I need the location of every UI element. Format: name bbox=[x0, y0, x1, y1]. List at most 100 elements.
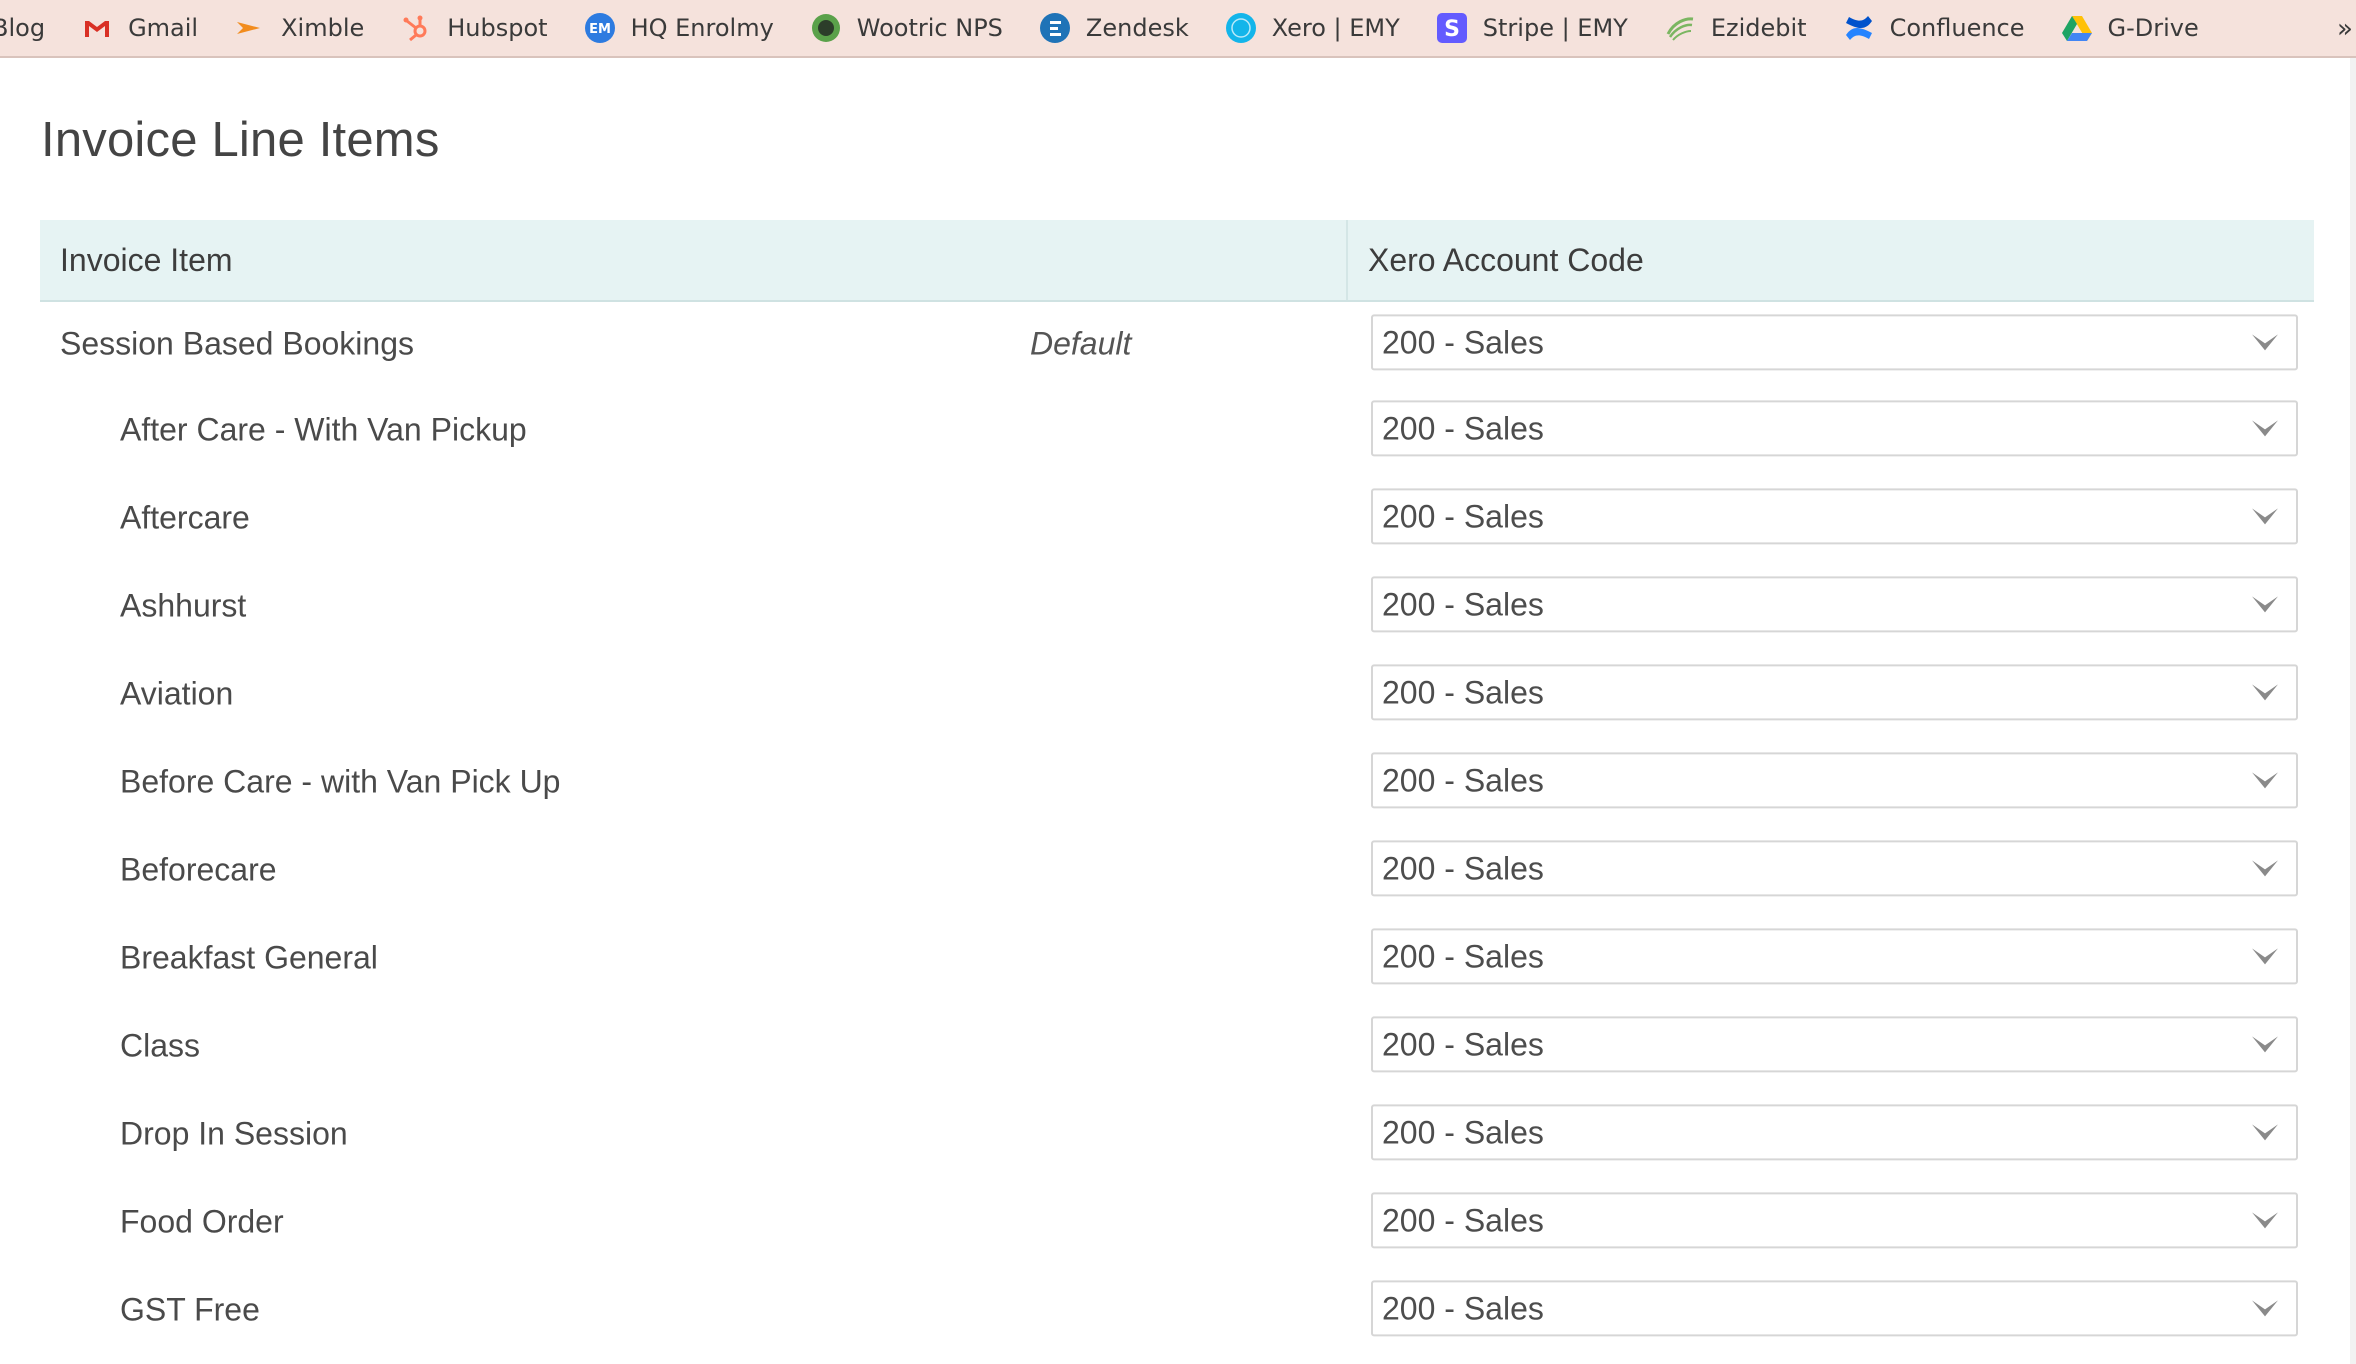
invoice-item-cell: Class bbox=[40, 1002, 1346, 1090]
ezidebit-icon bbox=[1664, 12, 1696, 44]
bookmark-xero-emy[interactable]: Xero | EMY bbox=[1225, 0, 1400, 56]
account-code-value: 200 - Sales bbox=[1382, 585, 1544, 622]
table-row: Breakfast General 200 - Sales bbox=[40, 914, 2314, 1002]
table-row: GST Free 200 - Sales bbox=[40, 1266, 2314, 1354]
bookmark-blog[interactable]: Blog bbox=[0, 0, 45, 56]
confluence-icon bbox=[1843, 12, 1875, 44]
xero-account-code-cell: 200 - Sales bbox=[1346, 386, 2314, 474]
svg-text:S: S bbox=[1444, 17, 1460, 42]
invoice-item-cell: Session Based Bookings Default bbox=[40, 302, 1346, 386]
bookmark-hubspot[interactable]: Hubspot bbox=[400, 0, 548, 56]
chevron-down-icon bbox=[2250, 945, 2280, 967]
default-tag: Default bbox=[1030, 325, 1132, 362]
bookmark-label: Zendesk bbox=[1085, 14, 1189, 42]
chevron-down-icon bbox=[2250, 1121, 2280, 1143]
account-code-select[interactable]: 200 - Sales bbox=[1371, 576, 2298, 633]
invoice-item-cell: Aviation bbox=[40, 650, 1346, 738]
bookmark-label: Ximble bbox=[281, 14, 365, 42]
bookmark-label: Confluence bbox=[1889, 14, 2025, 42]
invoice-item-label: After Care - With Van Pickup bbox=[120, 411, 527, 448]
invoice-item-label: Ashhurst bbox=[120, 587, 247, 624]
table-row: Food Order 200 - Sales bbox=[40, 1178, 2314, 1266]
xero-account-code-cell: 200 - Sales bbox=[1346, 302, 2314, 386]
bookmark-label: Xero | EMY bbox=[1271, 14, 1400, 42]
bookmark-label: Wootric NPS bbox=[856, 14, 1003, 42]
bookmark-confluence[interactable]: Confluence bbox=[1843, 0, 2025, 56]
table-row: Drop In Session 200 - Sales bbox=[40, 1090, 2314, 1178]
account-code-value: 200 - Sales bbox=[1382, 1025, 1544, 1062]
account-code-select[interactable]: 200 - Sales bbox=[1371, 664, 2298, 721]
account-code-value: 200 - Sales bbox=[1382, 673, 1544, 710]
bookmarks-overflow-button[interactable]: » bbox=[2334, 0, 2356, 56]
table-row: Aftercare 200 - Sales bbox=[40, 474, 2314, 562]
account-code-select[interactable]: 200 - Sales bbox=[1371, 1016, 2298, 1073]
invoice-item-label: GST Free bbox=[120, 1291, 260, 1328]
bookmark-label: Ezidebit bbox=[1710, 14, 1807, 42]
bookmark-zendesk[interactable]: Zendesk bbox=[1039, 0, 1189, 56]
xero-account-code-cell: 200 - Sales bbox=[1346, 562, 2314, 650]
chevron-down-icon bbox=[2250, 505, 2280, 527]
table-row: Beforecare 200 - Sales bbox=[40, 826, 2314, 914]
invoice-item-cell: After Care - With Van Pickup bbox=[40, 386, 1346, 474]
account-code-select[interactable]: 200 - Sales bbox=[1371, 1280, 2298, 1337]
table-row: Ashhurst 200 - Sales bbox=[40, 562, 2314, 650]
invoice-item-cell: Ashhurst bbox=[40, 562, 1346, 650]
page-scrollbar[interactable] bbox=[2350, 58, 2356, 1364]
chevron-down-icon bbox=[2250, 593, 2280, 615]
xero-account-code-cell: 200 - Sales bbox=[1346, 1090, 2314, 1178]
invoice-item-label: Before Care - with Van Pick Up bbox=[120, 763, 561, 800]
table-row: Aviation 200 - Sales bbox=[40, 650, 2314, 738]
account-code-select[interactable]: 200 - Sales bbox=[1371, 752, 2298, 809]
bookmark-ezidebit[interactable]: Ezidebit bbox=[1664, 0, 1807, 56]
xero-icon bbox=[1225, 12, 1257, 44]
invoice-item-label: Beforecare bbox=[120, 851, 277, 888]
xero-account-code-cell: 200 - Sales bbox=[1346, 914, 2314, 1002]
google-drive-icon bbox=[2061, 12, 2093, 44]
account-code-value: 200 - Sales bbox=[1382, 849, 1544, 886]
account-code-value: 200 - Sales bbox=[1382, 1289, 1544, 1326]
invoice-item-label: Drop In Session bbox=[120, 1115, 348, 1152]
account-code-select[interactable]: 200 - Sales bbox=[1371, 314, 2298, 371]
chevron-down-icon bbox=[2250, 769, 2280, 791]
account-code-select[interactable]: 200 - Sales bbox=[1371, 1192, 2298, 1249]
invoice-item-label: Aftercare bbox=[120, 499, 250, 536]
chevron-down-icon bbox=[2250, 857, 2280, 879]
invoice-item-label: Food Order bbox=[120, 1203, 284, 1240]
account-code-value: 200 - Sales bbox=[1382, 323, 1544, 360]
account-code-value: 200 - Sales bbox=[1382, 1201, 1544, 1238]
bookmark-g-drive[interactable]: G-Drive bbox=[2061, 0, 2199, 56]
column-header-xero-account-code: Xero Account Code bbox=[1346, 220, 2314, 300]
bookmark-hq-enrolmy[interactable]: EM HQ Enrolmy bbox=[584, 0, 774, 56]
account-code-value: 200 - Sales bbox=[1382, 937, 1544, 974]
account-code-select[interactable]: 200 - Sales bbox=[1371, 1104, 2298, 1161]
gmail-icon bbox=[81, 12, 113, 44]
enrolmy-icon: EM bbox=[584, 12, 616, 44]
invoice-item-label: Aviation bbox=[120, 675, 234, 712]
chevron-down-icon bbox=[2250, 1033, 2280, 1055]
chevron-down-icon bbox=[2250, 1209, 2280, 1231]
xero-account-code-cell: 200 - Sales bbox=[1346, 1178, 2314, 1266]
bookmark-wootric-nps[interactable]: Wootric NPS bbox=[810, 0, 1003, 56]
bookmark-label: HQ Enrolmy bbox=[630, 14, 774, 42]
chevron-down-icon bbox=[2250, 1297, 2280, 1319]
account-code-select[interactable]: 200 - Sales bbox=[1371, 840, 2298, 897]
account-code-value: 200 - Sales bbox=[1382, 409, 1544, 446]
invoice-item-label: Breakfast General bbox=[120, 939, 378, 976]
xero-account-code-cell: 200 - Sales bbox=[1346, 474, 2314, 562]
table-body: Session Based Bookings Default 200 - Sales… bbox=[40, 302, 2314, 1354]
bookmark-stripe-emy[interactable]: S Stripe | EMY bbox=[1436, 0, 1628, 56]
zendesk-icon bbox=[1039, 12, 1071, 44]
account-code-value: 200 - Sales bbox=[1382, 497, 1544, 534]
invoice-item-cell: Food Order bbox=[40, 1178, 1346, 1266]
hubspot-icon bbox=[400, 12, 432, 44]
xero-account-code-cell: 200 - Sales bbox=[1346, 1002, 2314, 1090]
account-code-select[interactable]: 200 - Sales bbox=[1371, 928, 2298, 985]
column-header-invoice-item: Invoice Item bbox=[60, 241, 233, 278]
bookmark-gmail[interactable]: Gmail bbox=[81, 0, 198, 56]
account-code-select[interactable]: 200 - Sales bbox=[1371, 400, 2298, 457]
invoice-line-items-table: Invoice Item Xero Account Code Session B… bbox=[40, 220, 2314, 1354]
account-code-select[interactable]: 200 - Sales bbox=[1371, 488, 2298, 545]
bookmark-ximble[interactable]: Ximble bbox=[234, 0, 365, 56]
table-row: Before Care - with Van Pick Up 200 - Sale… bbox=[40, 738, 2314, 826]
invoice-item-cell: Before Care - with Van Pick Up bbox=[40, 738, 1346, 826]
